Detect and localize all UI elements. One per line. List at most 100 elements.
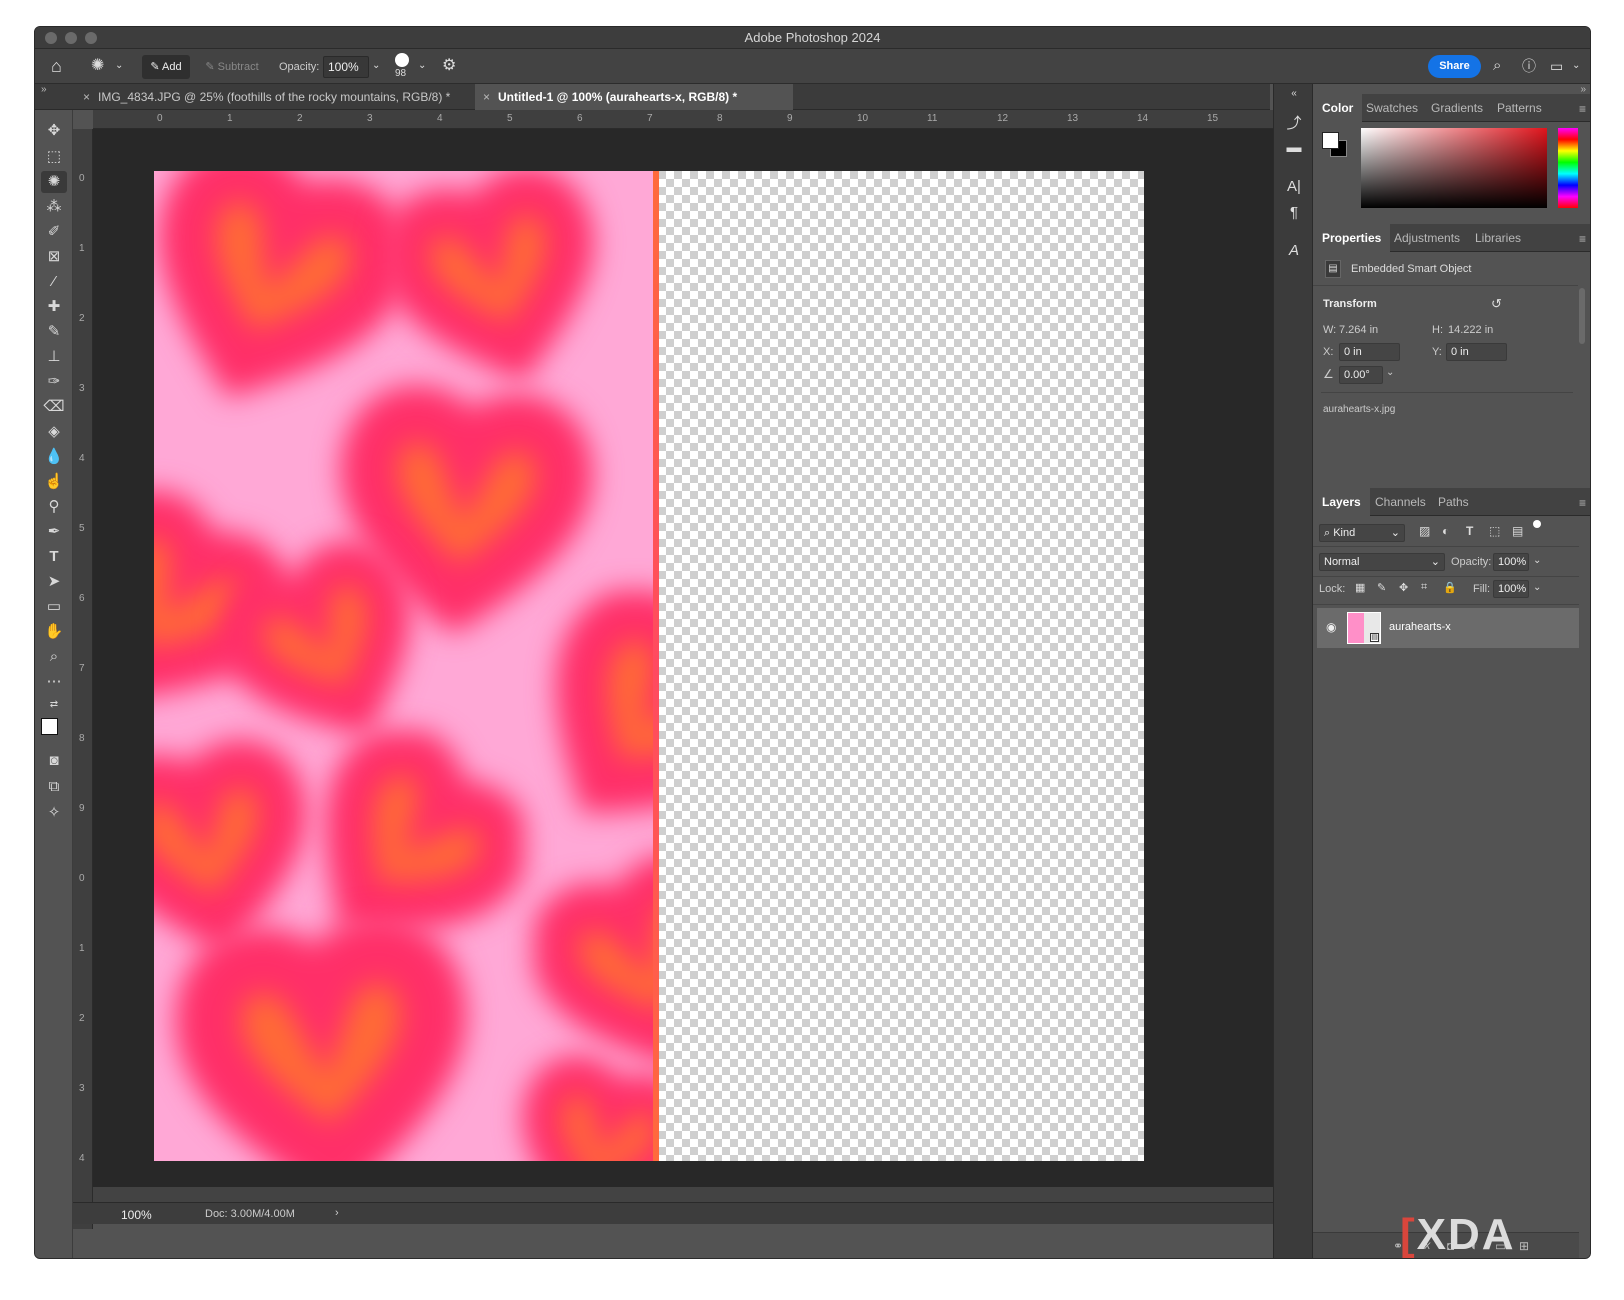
close-tab-icon[interactable]: × [483,90,490,104]
history-brush-tool-icon[interactable]: ✑ [41,371,67,393]
lock-transparent-icon[interactable]: ▦ [1355,581,1365,594]
lock-artboard-icon[interactable]: ⌗ [1421,581,1427,594]
tab-paths[interactable]: Paths [1429,488,1478,516]
quick-selection-tool-icon[interactable]: ✺ [41,171,67,193]
paragraph-icon[interactable]: ¶ [1282,204,1306,221]
minimize-window-button[interactable] [65,32,77,44]
more-tools-icon[interactable]: ⋯ [41,671,67,693]
share-button[interactable]: Share [1428,55,1481,78]
smudge-tool-icon[interactable]: ☝ [41,471,67,493]
lock-pixels-icon[interactable]: ✎ [1377,581,1386,594]
document-canvas[interactable] [154,171,1144,1161]
gear-icon[interactable]: ⚙ [442,55,456,77]
angle-field[interactable]: 0.00° [1339,366,1383,384]
history-icon[interactable]: ⤴ [1282,112,1306,133]
color-picker-field[interactable] [1361,128,1547,208]
panel-menu-icon[interactable]: ≡ [1579,496,1586,510]
quick-mask-icon[interactable]: ◙ [41,750,67,772]
tab-gradients[interactable]: Gradients [1422,94,1492,122]
y-position-field[interactable]: 0 in [1446,343,1507,361]
foreground-color-swatch[interactable] [1322,132,1339,149]
move-tool-icon[interactable]: ✥ [41,120,67,142]
horizontal-scrollbar[interactable] [93,1187,1273,1202]
zoom-window-button[interactable] [85,32,97,44]
lock-position-icon[interactable]: ✥ [1399,581,1408,594]
panel-menu-icon[interactable]: ≡ [1579,102,1586,116]
add-to-selection-button[interactable]: ✎ Add [142,55,190,79]
layer-name[interactable]: aurahearts-x [1389,621,1451,633]
eyedropper-tool-icon[interactable]: ⁄ [41,271,67,293]
object-selection-tool-icon[interactable]: ✐ [41,221,67,243]
lock-all-icon[interactable]: 🔒 [1443,581,1457,594]
healing-brush-tool-icon[interactable]: ✚ [41,296,67,318]
fill-field[interactable]: 100% [1493,580,1529,598]
collapse-toolbar-icon[interactable]: » [41,84,47,95]
dodge-tool-icon[interactable]: ⚲ [41,496,67,518]
angle-dropdown-icon[interactable]: ⌄ [1386,367,1394,378]
rectangle-tool-icon[interactable]: ▭ [41,596,67,618]
frame-tool-icon[interactable]: ⊠ [41,246,67,268]
tab-properties[interactable]: Properties [1313,224,1391,252]
panel-menu-icon[interactable]: ≡ [1579,232,1586,246]
eye-icon[interactable]: ◉ [1326,620,1336,634]
opacity-field[interactable]: 100% [323,56,369,78]
eraser-tool-icon[interactable]: ⌫ [41,396,67,418]
blend-mode-dropdown[interactable]: Normal ⌄ [1319,553,1445,571]
layer-opacity-field[interactable]: 100% [1493,553,1529,571]
filter-toggle-icon[interactable] [1533,520,1541,528]
blur-tool-icon[interactable]: 💧 [41,446,67,468]
path-selection-tool-icon[interactable]: ➤ [41,571,67,593]
home-icon[interactable]: ⌂ [51,55,62,77]
layer-opacity-dropdown-icon[interactable]: ⌄ [1533,555,1541,566]
workspace-dropdown-icon[interactable]: ⌄ [1572,55,1580,77]
workspace-icon[interactable]: ▭ [1550,55,1563,77]
character-icon[interactable]: A| [1282,178,1306,195]
tab-untitled-1[interactable]: × Untitled-1 @ 100% (aurahearts-x, RGB/8)… [475,84,793,110]
search-icon[interactable]: ⌕ [1493,55,1501,77]
x-position-field[interactable]: 0 in [1339,343,1400,361]
generative-fill-icon[interactable]: ✧ [41,802,67,824]
clone-stamp-tool-icon[interactable]: ⊥ [41,346,67,368]
swap-colors-icon[interactable]: ⇄ [41,694,67,716]
filter-type-icon[interactable]: T [1466,524,1473,538]
tab-color[interactable]: Color [1313,94,1363,122]
filter-adjustment-icon[interactable]: ◐ [1442,524,1449,538]
tab-img-4834[interactable]: × IMG_4834.JPG @ 25% (foothills of the ro… [75,84,475,110]
screen-mode-icon[interactable]: ⧉ [41,776,67,798]
layer-row[interactable]: ◉ ▤ aurahearts-x [1317,608,1579,648]
foreground-color-swatch[interactable] [41,718,58,735]
chevron-down-icon[interactable]: ⌄ [115,55,123,77]
subtract-from-selection-button[interactable]: ✎ Subtract [197,55,267,79]
tab-channels[interactable]: Channels [1366,488,1435,516]
magic-wand-tool-icon[interactable]: ⁂ [41,196,67,218]
layer-filter-dropdown[interactable]: ⌕ Kind ⌄ [1319,524,1405,542]
new-layer-icon[interactable]: ⊞ [1519,1239,1529,1253]
hue-slider[interactable] [1558,128,1578,208]
opacity-dropdown-icon[interactable]: ⌄ [372,55,380,77]
comments-icon[interactable]: ▬ [1282,139,1306,156]
paint-bucket-tool-icon[interactable]: ◈ [41,421,67,443]
reset-transform-icon[interactable]: ↺ [1491,296,1502,312]
canvas-area[interactable] [93,129,1273,1202]
close-tab-icon[interactable]: × [83,90,90,104]
hand-tool-icon[interactable]: ✋ [41,621,67,643]
close-window-button[interactable] [45,32,57,44]
zoom-tool-icon[interactable]: ⌕ [41,646,67,668]
type-tool-icon[interactable]: T [41,546,67,568]
help-icon[interactable]: ⓘ [1522,55,1536,77]
tab-swatches[interactable]: Swatches [1357,94,1427,122]
glyphs-icon[interactable]: A [1282,242,1306,259]
filter-smart-object-icon[interactable]: ▤ [1512,524,1523,538]
zoom-level[interactable]: 100% [121,1208,152,1222]
brush-dropdown-icon[interactable]: ⌄ [418,55,426,77]
fill-dropdown-icon[interactable]: ⌄ [1533,582,1541,593]
brush-preview-icon[interactable] [395,53,409,67]
tab-layers[interactable]: Layers [1313,488,1370,516]
status-arrow-icon[interactable]: › [335,1207,339,1219]
quick-selection-icon[interactable]: ✺ [91,55,104,77]
filter-pixel-icon[interactable]: ▨ [1419,524,1430,538]
pen-tool-icon[interactable]: ✒ [41,521,67,543]
tab-patterns[interactable]: Patterns [1488,94,1551,122]
filter-shape-icon[interactable]: ⬚ [1489,524,1500,538]
marquee-tool-icon[interactable]: ⬚ [41,146,67,168]
